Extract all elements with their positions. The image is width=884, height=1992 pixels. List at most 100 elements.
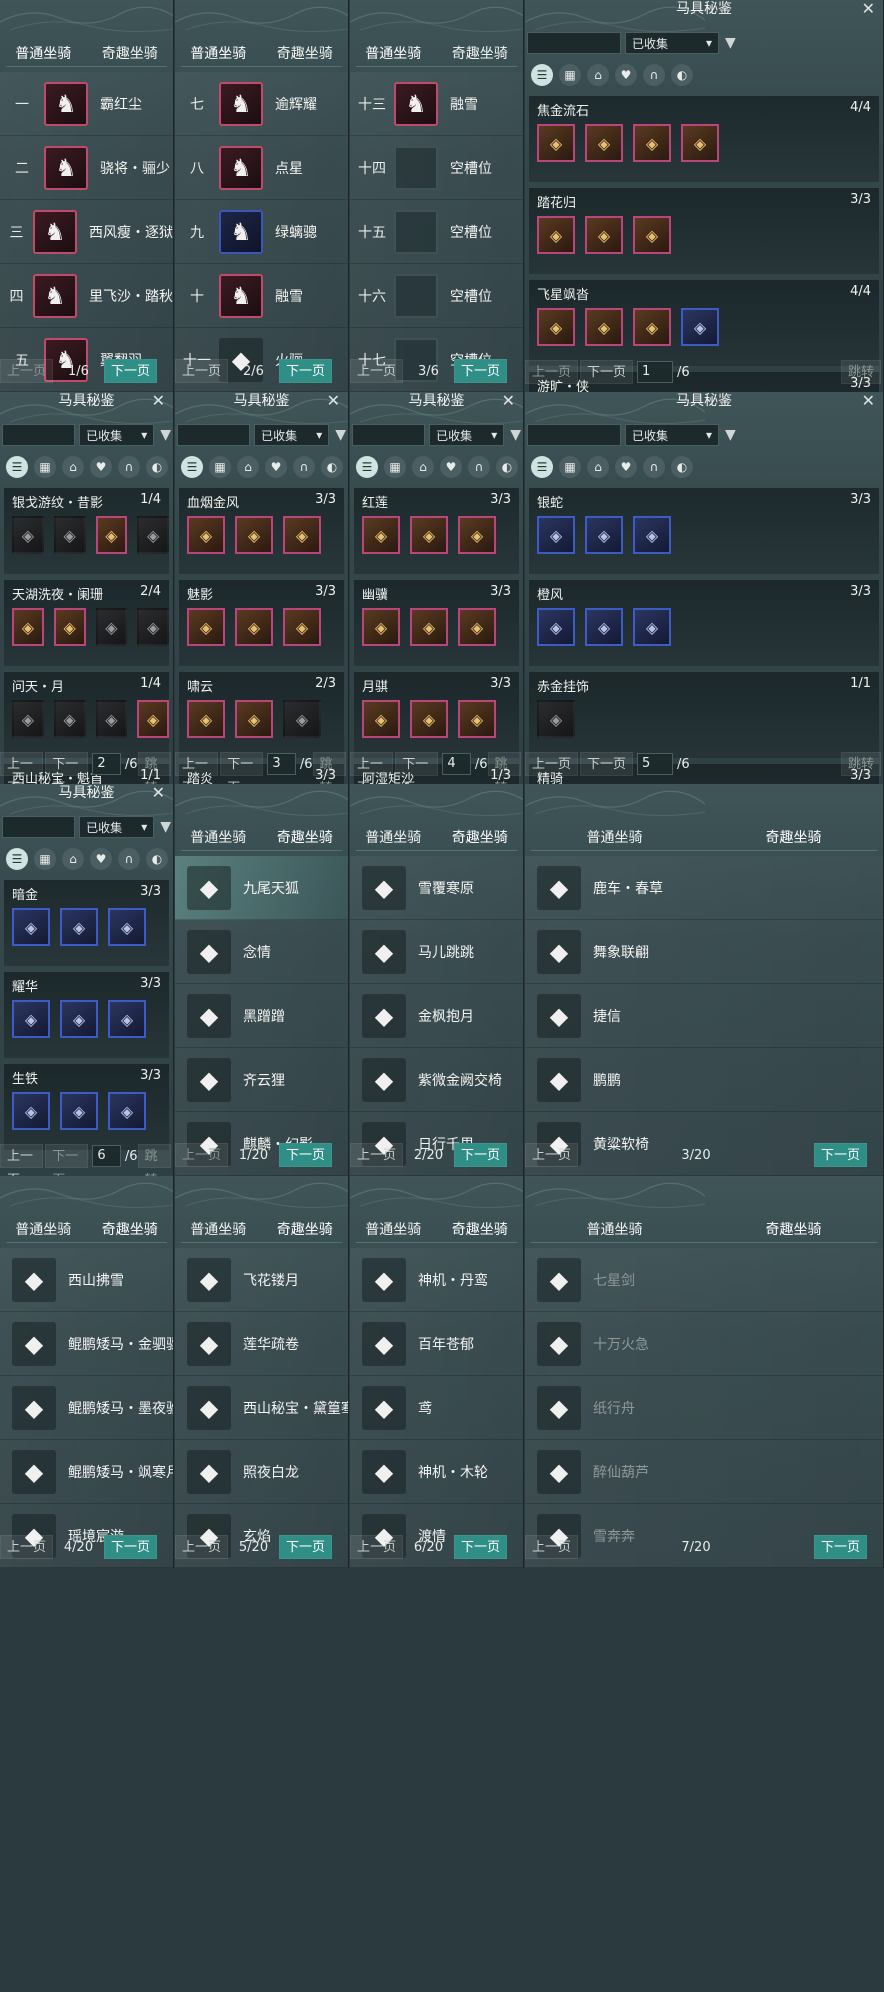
- search-input[interactable]: [352, 424, 426, 446]
- harness-item-icon[interactable]: ◈: [458, 608, 496, 646]
- horseshoe-category-icon[interactable]: ∩: [293, 456, 315, 478]
- mount-row[interactable]: ◆ 照夜白龙: [175, 1440, 348, 1504]
- mount-row[interactable]: ◆ 鲲鹏矮马・墨夜骓: [0, 1376, 173, 1440]
- harness-item-icon[interactable]: ◈: [60, 1000, 98, 1038]
- grid-category-icon[interactable]: ▦: [209, 456, 231, 478]
- jump-button[interactable]: 跳转: [840, 752, 881, 776]
- next-page-button[interactable]: 下一页: [45, 752, 89, 784]
- close-icon[interactable]: ✕: [862, 0, 875, 18]
- collected-filter-select[interactable]: 已收集 ▾: [625, 424, 719, 446]
- decor-category-icon[interactable]: ◐: [496, 456, 518, 478]
- all-category-icon[interactable]: ☰: [6, 848, 28, 870]
- next-page-button[interactable]: 下一页: [220, 752, 264, 784]
- next-page-button[interactable]: 下一页: [278, 1143, 332, 1167]
- tab-fun-mounts[interactable]: 奇趣坐骑: [437, 1218, 524, 1242]
- prev-page-button[interactable]: 上一页: [0, 359, 54, 383]
- harness-item-icon[interactable]: ◈: [537, 124, 575, 162]
- harness-item-icon[interactable]: ◈: [12, 1092, 50, 1130]
- prev-page-button[interactable]: 上一页: [525, 752, 579, 776]
- harness-item-icon[interactable]: ◈: [53, 700, 86, 738]
- harness-item-icon[interactable]: ◈: [12, 516, 44, 554]
- collected-filter-select[interactable]: 已收集 ▾: [429, 424, 505, 446]
- decor-category-icon[interactable]: ◐: [146, 456, 168, 478]
- horseshoe-category-icon[interactable]: ∩: [643, 64, 665, 86]
- harness-item-icon[interactable]: ◈: [633, 608, 671, 646]
- collected-filter-select[interactable]: 已收集 ▾: [254, 424, 330, 446]
- page-number-input[interactable]: 4: [442, 753, 471, 775]
- harness-item-icon[interactable]: ◈: [410, 516, 448, 554]
- collected-filter-select[interactable]: 已收集 ▾: [79, 816, 155, 838]
- collected-filter-select[interactable]: 已收集 ▾: [625, 32, 719, 54]
- harness-set-card[interactable]: 耀华 3/3 ◈ ◈ ◈: [4, 972, 169, 1058]
- harness-item-icon[interactable]: ◈: [235, 516, 273, 554]
- harness-item-icon[interactable]: ◈: [362, 700, 400, 738]
- harness-item-icon[interactable]: ◈: [283, 700, 321, 738]
- page-number-input[interactable]: 2: [92, 753, 121, 775]
- harness-set-card[interactable]: 天湖洗夜・阑珊 2/4 ◈ ◈ ◈ ◈: [4, 580, 169, 666]
- harness-item-icon[interactable]: ◈: [633, 308, 671, 346]
- mount-row[interactable]: ◆ 鹿车・春草: [525, 856, 883, 920]
- armor-category-icon[interactable]: ♥: [90, 848, 112, 870]
- mount-row[interactable]: ◆ 捷信: [525, 984, 883, 1048]
- filter-icon[interactable]: ▼: [160, 427, 171, 443]
- harness-set-card[interactable]: 踏花归 3/3 ◈ ◈ ◈: [529, 188, 879, 274]
- search-input[interactable]: [177, 424, 251, 446]
- harness-item-icon[interactable]: ◈: [362, 516, 400, 554]
- mount-row[interactable]: ◆ 十万火急: [525, 1312, 883, 1376]
- mount-row[interactable]: 三 ♞ 西风瘦・逐狱: [0, 200, 173, 264]
- mount-row[interactable]: ◆ 金枫抱月: [350, 984, 523, 1048]
- horseshoe-category-icon[interactable]: ∩: [118, 848, 140, 870]
- mount-row[interactable]: 十五 空槽位: [350, 200, 523, 264]
- next-page-button[interactable]: 下一页: [453, 1535, 507, 1559]
- harness-item-icon[interactable]: ◈: [108, 908, 146, 946]
- mount-row[interactable]: ◆ 飞花镂月: [175, 1248, 348, 1312]
- filter-icon[interactable]: ▼: [725, 427, 736, 443]
- harness-item-icon[interactable]: ◈: [137, 608, 169, 646]
- mount-row[interactable]: ◆ 百年苍郁: [350, 1312, 523, 1376]
- collected-filter-select[interactable]: 已收集 ▾: [79, 424, 155, 446]
- prev-page-button[interactable]: 上一页: [525, 1535, 579, 1559]
- tab-normal-mounts[interactable]: 普通坐骑: [0, 1218, 87, 1242]
- mount-row[interactable]: ◆ 齐云狸: [175, 1048, 348, 1112]
- tab-fun-mounts[interactable]: 奇趣坐骑: [704, 1218, 883, 1242]
- close-icon[interactable]: ✕: [327, 392, 340, 410]
- mount-row[interactable]: 七 ♞ 逾辉耀: [175, 72, 348, 136]
- harness-item-icon[interactable]: ◈: [585, 516, 623, 554]
- decor-category-icon[interactable]: ◐: [671, 64, 693, 86]
- harness-item-icon[interactable]: ◈: [585, 608, 623, 646]
- horseshoe-category-icon[interactable]: ∩: [468, 456, 490, 478]
- mount-row[interactable]: ◆ 七星剑: [525, 1248, 883, 1312]
- harness-set-card[interactable]: 问天・月 1/4 ◈ ◈ ◈ ◈: [4, 672, 169, 758]
- harness-item-icon[interactable]: ◈: [283, 608, 321, 646]
- prev-page-button[interactable]: 上一页: [0, 1144, 44, 1176]
- next-page-button[interactable]: 下一页: [103, 359, 157, 383]
- page-number-input[interactable]: 1: [637, 361, 674, 383]
- harness-item-icon[interactable]: ◈: [12, 608, 44, 646]
- harness-set-card[interactable]: 月骐 3/3 ◈ ◈ ◈: [354, 672, 519, 758]
- harness-item-icon[interactable]: ◈: [537, 216, 575, 254]
- harness-item-icon[interactable]: ◈: [362, 608, 400, 646]
- harness-item-icon[interactable]: ◈: [235, 608, 273, 646]
- mount-row[interactable]: 九 ♞ 绿螭骢: [175, 200, 348, 264]
- armor-category-icon[interactable]: ♥: [265, 456, 287, 478]
- mount-row[interactable]: ◆ 念情: [175, 920, 348, 984]
- harness-item-icon[interactable]: ◈: [187, 700, 225, 738]
- armor-category-icon[interactable]: ♥: [615, 64, 637, 86]
- grid-category-icon[interactable]: ▦: [559, 456, 581, 478]
- tab-fun-mounts[interactable]: 奇趣坐骑: [87, 1218, 174, 1242]
- prev-page-button[interactable]: 上一页: [350, 1535, 404, 1559]
- armor-category-icon[interactable]: ♥: [440, 456, 462, 478]
- filter-icon[interactable]: ▼: [510, 427, 521, 443]
- next-page-button[interactable]: 下一页: [453, 1143, 507, 1167]
- harness-set-card[interactable]: 魅影 3/3 ◈ ◈ ◈: [179, 580, 344, 666]
- harness-item-icon[interactable]: ◈: [137, 516, 169, 554]
- mount-row[interactable]: ◆ 紫微金阙交椅: [350, 1048, 523, 1112]
- tab-fun-mounts[interactable]: 奇趣坐骑: [262, 42, 349, 66]
- prev-page-button[interactable]: 上一页: [175, 1535, 229, 1559]
- tab-normal-mounts[interactable]: 普通坐骑: [350, 1218, 437, 1242]
- mount-row[interactable]: 二 ♞ 骁将・骊少: [0, 136, 173, 200]
- all-category-icon[interactable]: ☰: [531, 456, 553, 478]
- harness-item-icon[interactable]: ◈: [633, 216, 671, 254]
- all-category-icon[interactable]: ☰: [531, 64, 553, 86]
- close-icon[interactable]: ✕: [502, 392, 515, 410]
